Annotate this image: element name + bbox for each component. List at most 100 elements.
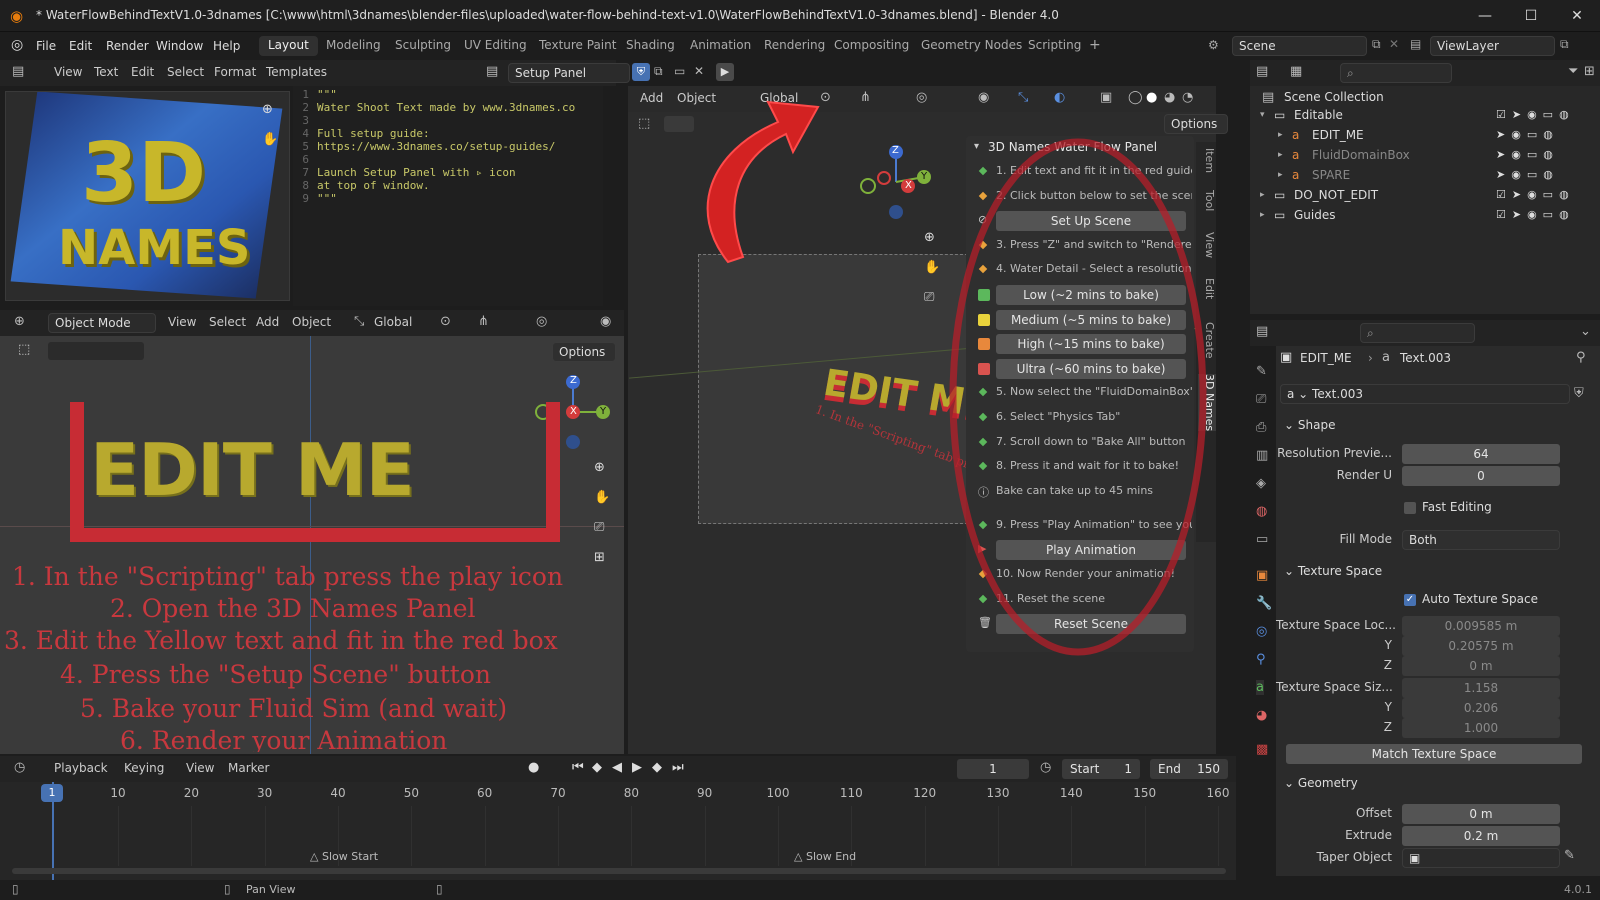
add-workspace-button[interactable]: + <box>1089 37 1101 53</box>
pin-icon[interactable]: ⚲ <box>1576 350 1586 365</box>
texture-space-section-header[interactable]: ⌄ Texture Space <box>1284 564 1382 578</box>
close-button[interactable]: ✕ <box>1554 0 1600 32</box>
texture-space-size-z[interactable]: 1.000 <box>1402 718 1560 738</box>
texture-space-location-x[interactable]: 0.009585 m <box>1402 616 1560 636</box>
code-area[interactable]: 1 2 3 4 5 6 7 8 9 """ Water Shoot Text m… <box>293 86 603 306</box>
output-tab-icon[interactable]: ⎙ <box>1256 420 1266 435</box>
tab-uv-editing[interactable]: UV Editing <box>455 36 536 56</box>
timeline-menu-view[interactable]: View <box>186 761 214 775</box>
tab-compositing[interactable]: Compositing <box>825 36 918 56</box>
shading-rendered-icon[interactable]: ◔ <box>1182 90 1193 105</box>
properties-search[interactable]: ⌕ <box>1360 323 1475 343</box>
tab-rendering[interactable]: Rendering <box>755 36 834 56</box>
tab-sculpting[interactable]: Sculpting <box>386 36 460 56</box>
timeline-menu-keying[interactable]: Keying <box>124 761 164 775</box>
new-text-icon[interactable]: ⧉ <box>654 64 663 79</box>
new-collection-icon[interactable]: ⊞ <box>1584 64 1595 79</box>
jump-start-icon[interactable]: ⏮ <box>572 760 584 775</box>
view-layer-tab-icon[interactable]: ▥ <box>1256 448 1268 463</box>
expand-chevron-icon[interactable]: ▸ <box>1260 210 1265 220</box>
zoom-icon[interactable]: ⊕ <box>262 102 273 117</box>
texture-space-size-x[interactable]: 1.158 <box>1402 678 1560 698</box>
tab-scripting[interactable]: Scripting <box>1019 36 1090 56</box>
constraints-tab-icon[interactable]: ⚲ <box>1256 652 1266 667</box>
world-tab-icon[interactable]: ◍ <box>1256 504 1267 519</box>
texture-tab-icon[interactable]: ▩ <box>1256 742 1268 757</box>
viewport-menu-object[interactable]: Object <box>292 315 331 329</box>
clock-icon[interactable]: ◷ <box>14 760 25 775</box>
menu-window[interactable]: Window <box>156 39 203 53</box>
outliner-item-label[interactable]: SPARE <box>1312 168 1350 182</box>
gizmo-toggle-icon[interactable]: ⤡ <box>1018 90 1028 105</box>
expand-chevron-icon[interactable]: ▸ <box>1278 170 1283 180</box>
proportional-icon[interactable]: ◎ <box>916 90 927 105</box>
play-icon[interactable]: ▶ <box>632 760 642 775</box>
marker-slow-end[interactable]: △ Slow End <box>794 850 856 863</box>
viewport-menu-view[interactable]: View <box>168 315 196 329</box>
stopwatch-icon[interactable]: ◷ <box>1040 760 1051 775</box>
outliner-search[interactable]: ⌕ <box>1340 63 1452 83</box>
edit-me-text[interactable]: EDIT ME <box>90 428 415 512</box>
expand-chevron-icon[interactable]: ▸ <box>1278 150 1283 160</box>
pivot-icon[interactable]: ⊙ <box>440 314 451 329</box>
pan-hand-icon[interactable]: ✋ <box>594 490 610 505</box>
auto-texture-space-checkbox[interactable]: ✓ <box>1404 594 1416 606</box>
expand-chevron-icon[interactable]: ▸ <box>1278 130 1283 140</box>
editor-type-icon[interactable]: ▤ <box>12 64 24 79</box>
scene-tab-icon[interactable]: ◈ <box>1256 476 1266 491</box>
tab-geometry-nodes[interactable]: Geometry Nodes <box>912 36 1031 56</box>
text-menu-templates[interactable]: Templates <box>266 65 327 79</box>
shading-wire-icon[interactable]: ◯ <box>1128 90 1143 105</box>
select-tool-icon[interactable]: ⬚ <box>18 342 30 357</box>
offset-field[interactable]: 0 m <box>1402 804 1560 824</box>
render-u-field[interactable]: 0 <box>1402 466 1560 486</box>
delete-scene-icon[interactable]: ✕ <box>1389 37 1399 51</box>
scene-selector[interactable]: Scene <box>1232 36 1367 56</box>
current-frame-field[interactable]: 1 <box>957 759 1029 779</box>
snap-icon[interactable]: ⋔ <box>478 314 489 329</box>
visibility-toggles[interactable]: ☑➤◉▭◍ <box>1496 188 1575 201</box>
taper-object-field[interactable]: ▣ <box>1402 848 1560 868</box>
material-tab-icon[interactable]: ◕ <box>1256 708 1267 723</box>
tab-layout[interactable]: Layout <box>259 36 318 56</box>
new-scene-icon[interactable]: ⧉ <box>1372 37 1381 52</box>
options-dropdown[interactable]: Options <box>552 342 616 362</box>
shape-section-header[interactable]: ⌄ Shape <box>1284 418 1335 432</box>
menu-file[interactable]: File <box>36 39 56 53</box>
jump-end-icon[interactable]: ⏭ <box>672 760 684 775</box>
tab-texture-paint[interactable]: Texture Paint <box>530 36 625 56</box>
overlay-icon[interactable]: ◐ <box>1054 90 1065 105</box>
scene-collection-label[interactable]: Scene Collection <box>1284 90 1384 104</box>
record-icon[interactable]: ● <box>528 760 539 775</box>
proportional-icon[interactable]: ◎ <box>536 314 547 329</box>
tab-animation[interactable]: Animation <box>681 36 760 56</box>
visibility-toggles[interactable]: ➤◉▭◍ <box>1496 168 1559 181</box>
visibility-icon[interactable]: ◉ <box>600 314 611 329</box>
timeline-menu-playback[interactable]: Playback <box>54 761 108 775</box>
visibility-toggles[interactable]: ☑➤◉▭◍ <box>1496 108 1575 121</box>
minimize-button[interactable]: — <box>1462 0 1508 32</box>
fill-mode-dropdown[interactable]: Both <box>1402 530 1560 550</box>
visibility-icon[interactable]: ◉ <box>978 90 989 105</box>
viewport-menu-add[interactable]: Add <box>640 91 663 105</box>
texture-space-location-z[interactable]: 0 m <box>1402 656 1560 676</box>
menu-help[interactable]: Help <box>213 39 240 53</box>
extrude-field[interactable]: 0.2 m <box>1402 826 1560 846</box>
timeline-area[interactable]: 1102030405060708090100110120130140150160… <box>0 782 1236 880</box>
text-menu-view[interactable]: View <box>54 65 82 79</box>
outliner-item-label[interactable]: Editable <box>1294 108 1343 122</box>
datablock-selector[interactable]: a ⌄ Text.003 <box>1280 384 1570 404</box>
select-tool-icon[interactable]: ⬚ <box>638 116 650 131</box>
text-file-selector[interactable]: Setup Panel <box>508 63 630 83</box>
camera-icon[interactable]: ⎚ <box>594 520 604 535</box>
tool-tab-icon[interactable]: ✎ <box>1256 364 1267 379</box>
fast-editing-checkbox[interactable] <box>1404 502 1416 514</box>
blender-menu-icon[interactable]: ◎ <box>11 37 23 53</box>
visibility-toggles[interactable]: ➤◉▭◍ <box>1496 128 1559 141</box>
orientation-global[interactable]: Global <box>374 315 412 329</box>
text-menu-edit[interactable]: Edit <box>131 65 154 79</box>
menu-render[interactable]: Render <box>106 39 149 53</box>
outliner-item-label[interactable]: Guides <box>1294 208 1336 222</box>
outliner-item-label[interactable]: FluidDomainBox <box>1312 148 1410 162</box>
texture-space-location-y[interactable]: 0.20575 m <box>1402 636 1560 656</box>
